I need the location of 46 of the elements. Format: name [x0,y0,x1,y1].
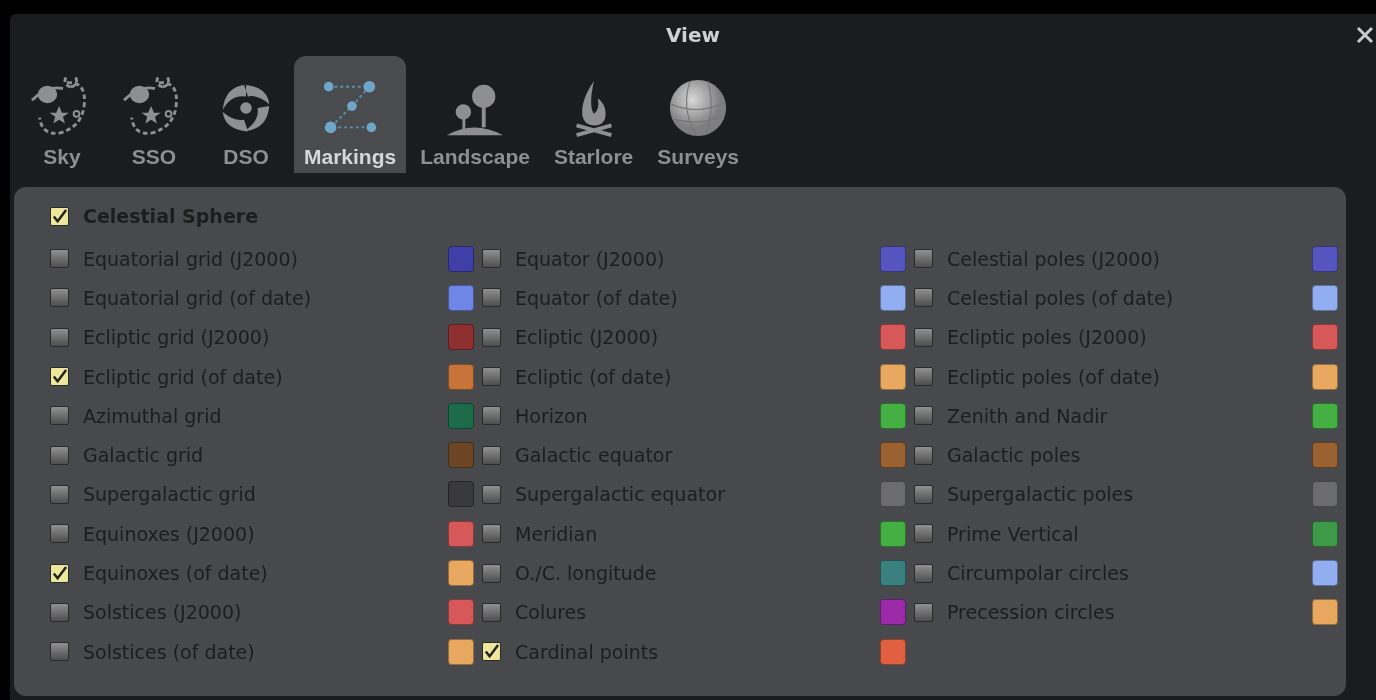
color-swatch[interactable] [448,442,474,469]
tab[interactable]: Surveys [647,56,750,173]
close-icon [1356,26,1374,44]
color-swatch[interactable] [1312,324,1338,351]
color-swatch[interactable] [880,284,906,311]
window-title: View [666,23,720,47]
color-swatch[interactable] [448,481,474,508]
tab[interactable]: Sky [18,56,106,173]
color-swatch[interactable] [448,560,474,586]
color-swatch[interactable] [448,324,474,351]
color-swatch[interactable] [880,599,906,626]
color-swatch[interactable] [448,599,474,626]
tab[interactable]: Landscape [410,56,540,173]
color-swatch[interactable] [1312,284,1338,311]
color-swatch[interactable] [448,520,474,547]
tab[interactable]: SSO [110,56,198,173]
color-swatch[interactable] [1312,442,1338,469]
color-swatch[interactable] [1312,599,1338,626]
color-swatch[interactable] [880,324,906,351]
color-swatch[interactable] [880,442,906,469]
color-swatch[interactable] [880,402,906,429]
tab[interactable]: DSO [202,56,290,173]
check-icon [51,207,68,225]
color-swatch[interactable] [1312,560,1338,586]
check-icon [483,643,500,661]
color-swatch[interactable] [448,284,474,311]
tab[interactable]: Markings [294,56,407,173]
color-swatch[interactable] [1312,402,1338,429]
color-swatch[interactable] [1312,520,1338,547]
color-swatch[interactable] [880,520,906,547]
color-swatch[interactable] [448,363,474,390]
color-swatch[interactable] [1312,363,1338,390]
close-button[interactable] [1354,24,1376,46]
tab[interactable]: Starlore [543,56,644,173]
color-swatch[interactable] [448,402,474,429]
check-icon [51,564,68,582]
color-swatch[interactable] [880,245,906,272]
color-swatch[interactable] [448,245,474,272]
color-swatch[interactable] [1312,481,1338,508]
color-swatch[interactable] [880,363,906,390]
check-icon [51,368,68,386]
color-swatch[interactable] [880,481,906,508]
color-swatch[interactable] [880,560,906,586]
color-swatch[interactable] [1312,245,1338,272]
color-swatch[interactable] [448,638,474,665]
color-swatch[interactable] [880,638,906,665]
